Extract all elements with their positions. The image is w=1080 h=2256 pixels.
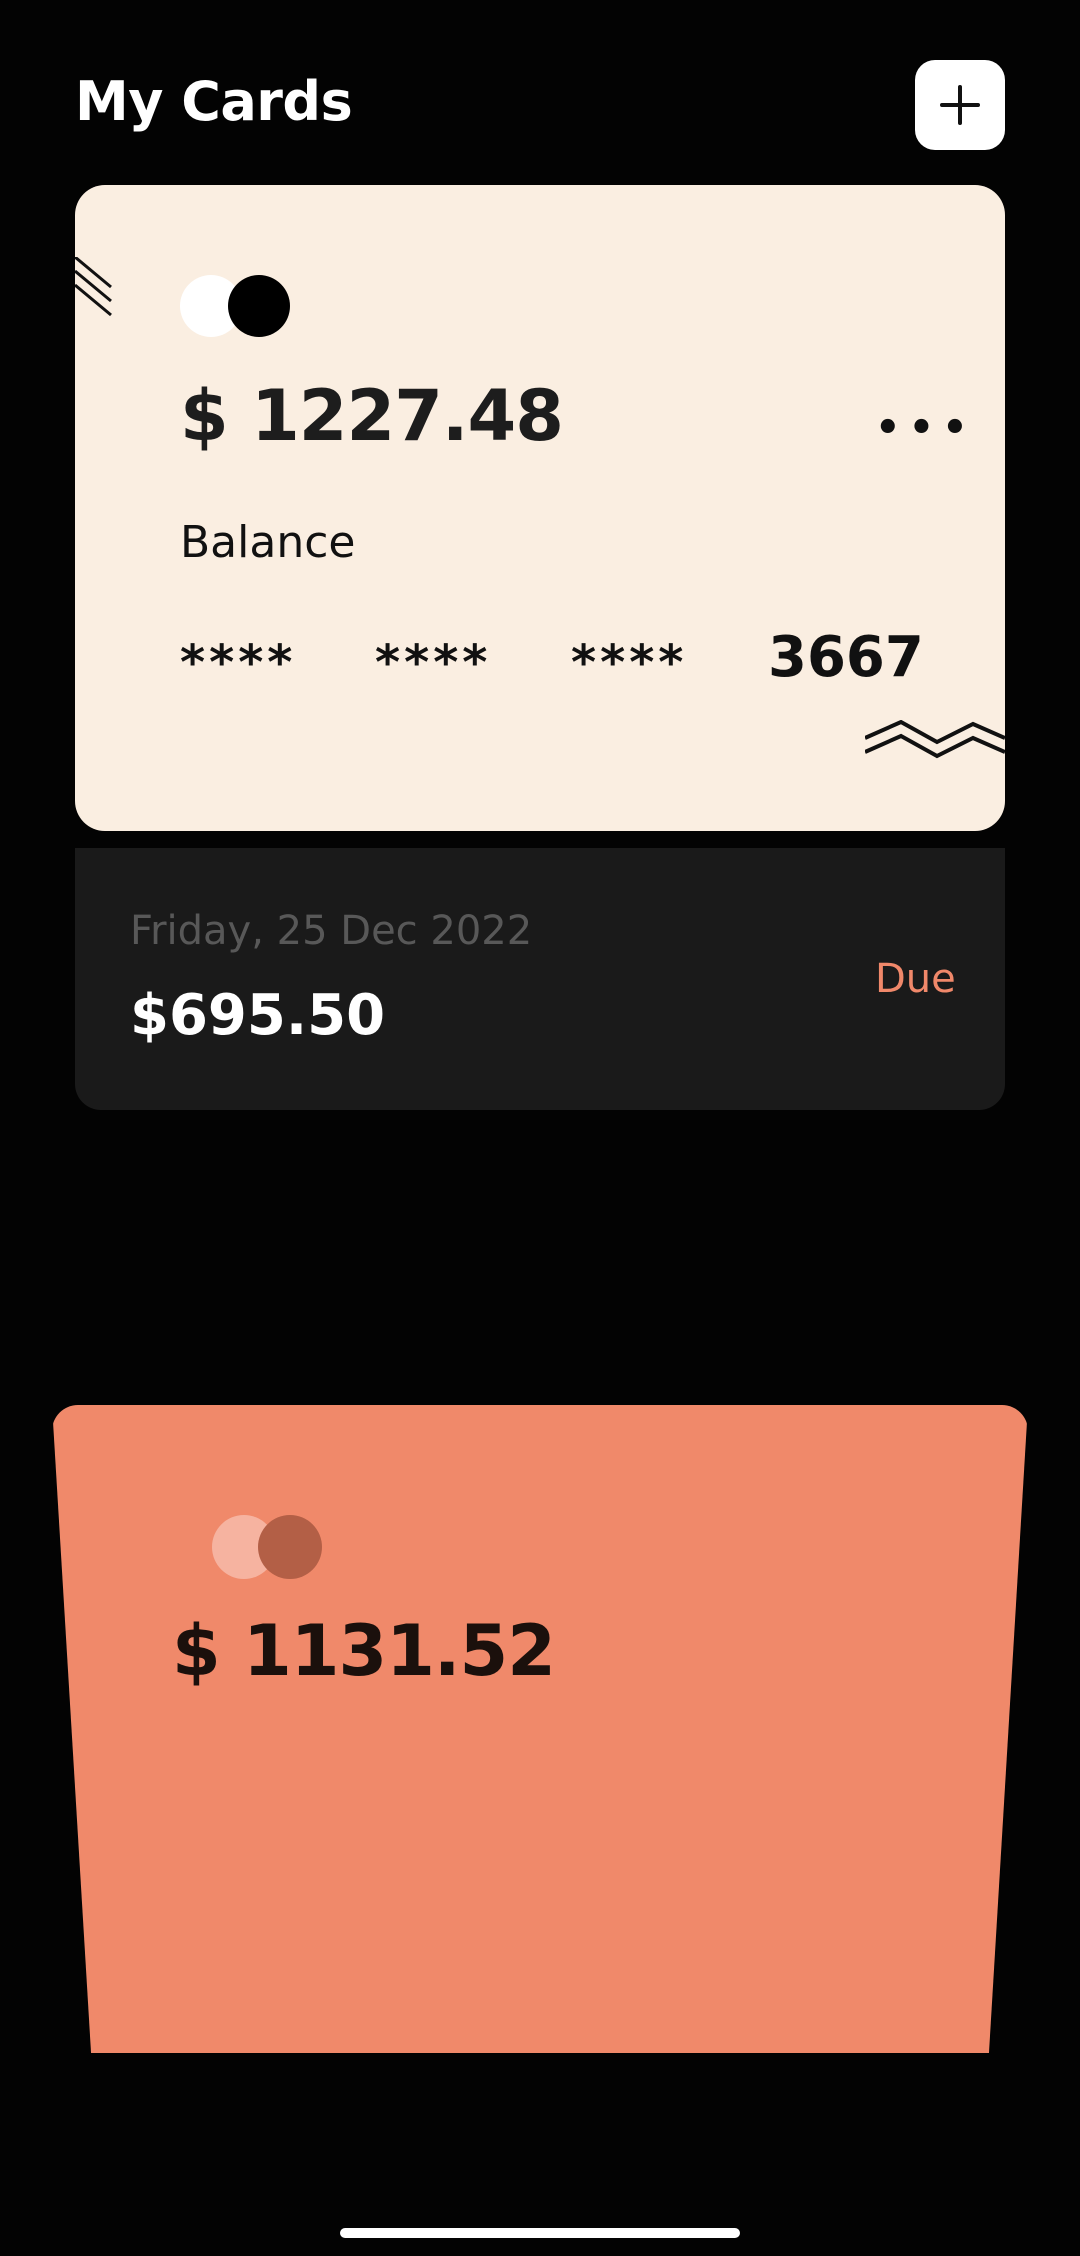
- card-network-logo: [212, 1515, 322, 1579]
- card-secondary[interactable]: $ 1131.52: [52, 1405, 1028, 2053]
- card-balance-amount: $ 1227.48: [180, 375, 564, 457]
- zigzag-decoration: [865, 720, 1005, 759]
- card-number-last4: 3667: [768, 625, 924, 690]
- due-amount: $695.50: [130, 983, 386, 1048]
- due-date: Friday, 25 Dec 2022: [130, 908, 533, 954]
- plus-icon: [940, 85, 980, 125]
- due-status-label: Due: [875, 956, 956, 1002]
- due-payment-panel[interactable]: Friday, 25 Dec 2022 $695.50 Due: [75, 848, 1005, 1110]
- stripes-decoration: [75, 257, 112, 317]
- home-indicator[interactable]: [340, 2228, 740, 2238]
- card-primary[interactable]: $ 1227.48 ••• Balance **** **** **** 366…: [75, 185, 1005, 831]
- more-horizontal-icon[interactable]: •••: [875, 405, 976, 451]
- add-card-button[interactable]: [915, 60, 1005, 150]
- card-number-group-3: ****: [571, 635, 688, 691]
- balance-label: Balance: [180, 517, 356, 568]
- card-number-group-2: ****: [375, 635, 492, 691]
- card-balance-amount: $ 1131.52: [172, 1610, 556, 1692]
- card-number-group-1: ****: [180, 635, 297, 691]
- page-title: My Cards: [75, 70, 353, 133]
- card-network-logo: [180, 275, 290, 337]
